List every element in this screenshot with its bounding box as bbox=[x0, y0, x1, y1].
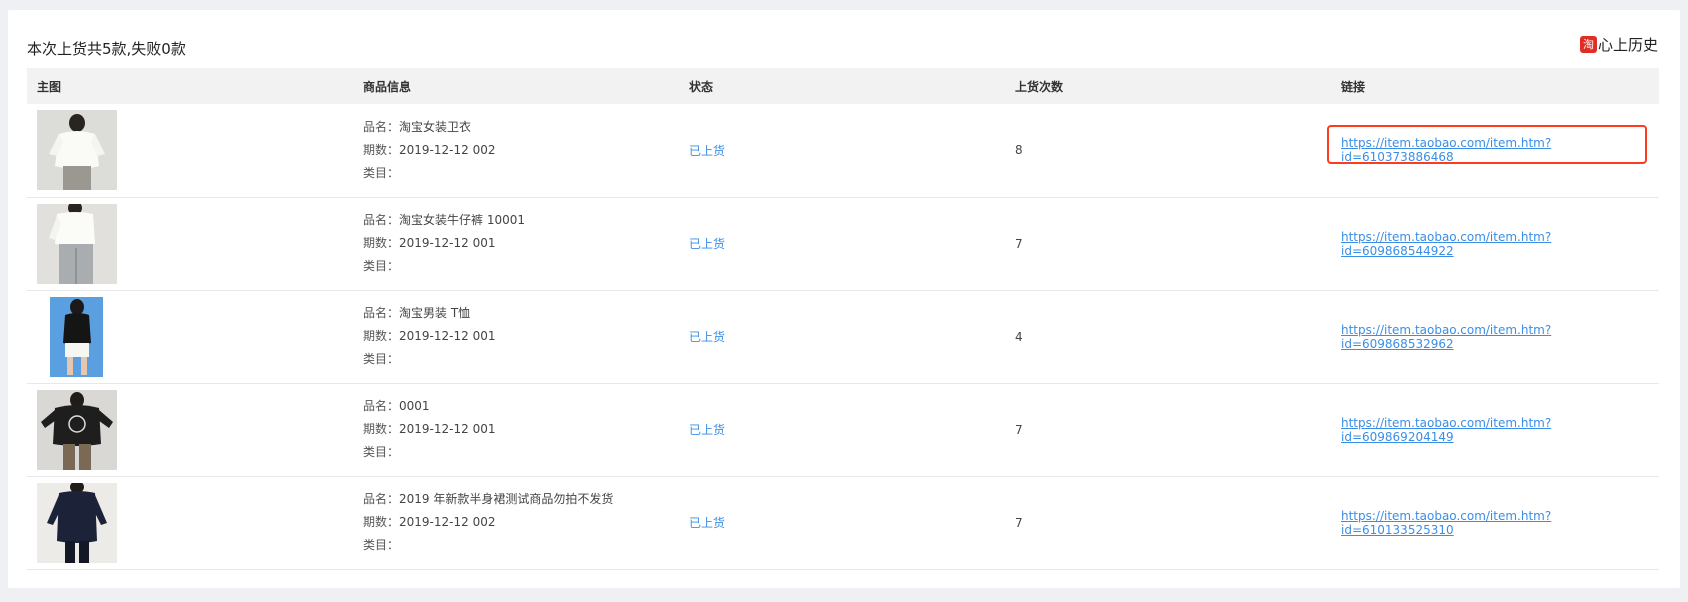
product-period-line: 期数：2019-12-12 002 bbox=[363, 142, 496, 157]
product-thumbnail[interactable] bbox=[37, 296, 117, 377]
product-name: 2019 年新款半身裙测试商品勿拍不发货 bbox=[399, 492, 614, 506]
product-link[interactable]: https://item.taobao.com/item.htm?id=6103… bbox=[1341, 136, 1551, 164]
product-name: 0001 bbox=[399, 399, 430, 413]
product-name: 淘宝女装卫衣 bbox=[399, 119, 472, 134]
taobao-logo-icon: 淘 bbox=[1579, 36, 1597, 53]
product-period-line: 期数：2019-12-12 002 bbox=[363, 515, 496, 529]
status-badge: 已上货 bbox=[689, 330, 726, 344]
history-link[interactable]: 淘 心上历史 bbox=[1579, 34, 1658, 55]
product-period: 2019-12-12 001 bbox=[399, 329, 496, 343]
product-name: 淘宝女装牛仔裤 10001 bbox=[399, 213, 526, 227]
status-badge: 已上货 bbox=[689, 516, 726, 530]
product-name-line: 品名：淘宝男装 T恤 bbox=[363, 306, 471, 320]
product-period: 2019-12-12 002 bbox=[399, 142, 496, 157]
product-thumbnail[interactable] bbox=[37, 110, 117, 191]
table-row: 品名：淘宝女装牛仔裤 10001 期数：2019-12-12 001 类目： 已… bbox=[27, 197, 1659, 291]
product-category-line: 类目： bbox=[363, 165, 400, 180]
product-period-line: 期数：2019-12-12 001 bbox=[363, 236, 496, 250]
header-status: 状态 bbox=[679, 68, 1005, 104]
status-badge: 已上货 bbox=[689, 237, 726, 251]
header-product-info: 商品信息 bbox=[353, 68, 679, 104]
table-row: 品名：淘宝女装卫衣 期数：2019-12-12 002 类目： 已上货 8 ht… bbox=[27, 104, 1659, 198]
product-category-line: 类目： bbox=[363, 445, 400, 459]
upload-count: 8 bbox=[1015, 143, 1023, 158]
product-thumbnail[interactable] bbox=[37, 203, 117, 284]
product-name-line: 品名：0001 bbox=[363, 399, 430, 413]
table-header-row: 主图 商品信息 状态 上货次数 链接 bbox=[27, 68, 1659, 104]
product-name-line: 品名：2019 年新款半身裙测试商品勿拍不发货 bbox=[363, 492, 614, 506]
result-panel: 本次上货共5款,失败0款 淘 心上历史 主图 商品信息 状态 上货次数 链接 品… bbox=[8, 10, 1680, 588]
product-name: 淘宝男装 T恤 bbox=[399, 306, 471, 320]
product-period-line: 期数：2019-12-12 001 bbox=[363, 329, 496, 343]
table-row: 品名：淘宝男装 T恤 期数：2019-12-12 001 类目： 已上货 4 h… bbox=[27, 290, 1659, 384]
header-main-image: 主图 bbox=[27, 68, 353, 104]
product-name-line: 品名：淘宝女装牛仔裤 10001 bbox=[363, 213, 526, 227]
table-row: 品名：2019 年新款半身裙测试商品勿拍不发货 期数：2019-12-12 00… bbox=[27, 476, 1659, 570]
product-link[interactable]: https://item.taobao.com/item.htm?id=6098… bbox=[1341, 416, 1551, 444]
upload-count: 7 bbox=[1015, 236, 1023, 251]
page-title: 本次上货共5款,失败0款 bbox=[27, 40, 186, 58]
product-period: 2019-12-12 002 bbox=[399, 515, 496, 529]
header-upload-count: 上货次数 bbox=[1005, 68, 1331, 104]
product-category-line: 类目： bbox=[363, 538, 400, 552]
product-period: 2019-12-12 001 bbox=[399, 236, 496, 250]
product-link[interactable]: https://item.taobao.com/item.htm?id=6098… bbox=[1341, 323, 1551, 351]
history-label: 心上历史 bbox=[1597, 36, 1658, 54]
upload-count: 7 bbox=[1015, 515, 1023, 530]
product-category-line: 类目： bbox=[363, 352, 400, 366]
product-period-line: 期数：2019-12-12 001 bbox=[363, 422, 496, 436]
upload-result-table: 主图 商品信息 状态 上货次数 链接 品名：淘宝女装卫衣 期数：2019-12-… bbox=[27, 68, 1659, 570]
product-period: 2019-12-12 001 bbox=[399, 422, 496, 436]
upload-count: 7 bbox=[1015, 422, 1023, 437]
product-link[interactable]: https://item.taobao.com/item.htm?id=6101… bbox=[1341, 509, 1551, 537]
status-badge: 已上货 bbox=[689, 423, 726, 437]
product-thumbnail[interactable] bbox=[37, 389, 117, 470]
upload-count: 4 bbox=[1015, 329, 1023, 344]
product-link[interactable]: https://item.taobao.com/item.htm?id=6098… bbox=[1341, 230, 1551, 258]
table-row: 品名：0001 期数：2019-12-12 001 类目： 已上货 7 http… bbox=[27, 383, 1659, 477]
product-name-line: 品名：淘宝女装卫衣 bbox=[363, 119, 472, 134]
product-category-line: 类目： bbox=[363, 259, 400, 273]
product-thumbnail[interactable] bbox=[37, 482, 117, 563]
header-link: 链接 bbox=[1331, 68, 1659, 104]
status-badge: 已上货 bbox=[689, 143, 726, 158]
